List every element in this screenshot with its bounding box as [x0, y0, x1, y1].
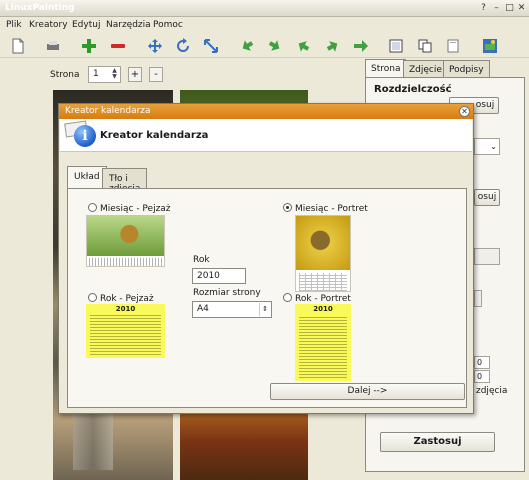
add-icon[interactable] — [80, 37, 98, 55]
butterfly-photo — [296, 216, 350, 270]
remove-page-button[interactable]: - — [149, 67, 163, 82]
menu-pomoc[interactable]: Pomoc — [153, 20, 183, 30]
tab-strona[interactable]: Strona — [365, 59, 407, 79]
print-icon[interactable] — [44, 37, 62, 55]
resize-icon[interactable] — [202, 37, 220, 55]
tab-zdjecie[interactable]: Zdjęcie — [403, 60, 448, 78]
option-month-portrait[interactable]: Miesiąc - Portret — [283, 203, 368, 214]
year-portrait-thumbnail[interactable]: 2010 — [295, 304, 351, 381]
arrow-down-left-icon[interactable] — [294, 37, 312, 55]
option-year-portrait-label: Rok - Portret — [295, 294, 351, 304]
option-month-landscape-label: Miesiąc - Pejzaż — [100, 204, 171, 214]
remove-icon[interactable] — [109, 37, 127, 55]
close-button[interactable]: ✕ — [516, 3, 527, 14]
spin-arrows-icon[interactable]: ▲ ▼ — [110, 68, 119, 81]
radio-year-portrait[interactable] — [283, 293, 292, 302]
radio-year-landscape[interactable] — [88, 293, 97, 302]
option-year-portrait[interactable]: Rok - Portret — [283, 293, 351, 304]
paste-icon[interactable] — [444, 37, 462, 55]
rotate-icon[interactable] — [174, 37, 192, 55]
year-label: Rok — [193, 255, 210, 265]
side-button[interactable]: osuj — [474, 189, 500, 206]
thumbnail-year: 2010 — [313, 305, 333, 313]
arrow-up-left-icon[interactable] — [238, 37, 256, 55]
menu-narzedzia[interactable]: Narzędzia — [106, 20, 151, 30]
menu-edytuj[interactable]: Edytuj — [72, 20, 100, 30]
copy-icon[interactable] — [416, 37, 434, 55]
tab-podpisy[interactable]: Podpisy — [443, 60, 490, 78]
calendar-grid — [299, 273, 347, 291]
info-icon: i — [74, 125, 96, 147]
radio-month-landscape[interactable] — [88, 203, 97, 212]
toolbar — [0, 34, 529, 58]
disabled-select — [474, 248, 500, 265]
window-title: LinuxPainting — [5, 3, 75, 13]
minimize-button[interactable]: – — [491, 3, 502, 14]
option-month-portrait-label: Miesiąc - Portret — [295, 204, 368, 214]
disabled-field — [474, 290, 482, 307]
year-landscape-thumbnail[interactable]: 2010 — [86, 304, 165, 358]
menu-plik[interactable]: Plik — [6, 20, 22, 30]
calendar-grid — [299, 315, 347, 378]
maximize-button[interactable]: □ — [504, 3, 515, 14]
page-size-value: A4 — [197, 304, 209, 314]
add-page-button[interactable]: + — [128, 67, 142, 82]
menubar: Plik Kreatory Edytuj Narzędzia Pomoc — [0, 17, 529, 33]
chevron-down-icon[interactable]: ⇕ — [259, 303, 270, 316]
help-button[interactable]: ? — [478, 3, 489, 14]
thumbnail-year: 2010 — [115, 305, 136, 313]
fullscreen-icon[interactable] — [387, 37, 405, 55]
arrow-up-right-icon[interactable] — [324, 37, 342, 55]
move-icon[interactable] — [146, 37, 164, 55]
value-field-2[interactable]: 0 — [474, 370, 490, 383]
new-document-icon[interactable] — [9, 37, 27, 55]
option-year-landscape-label: Rok - Pejzaż — [100, 294, 154, 304]
value-field-1[interactable]: 0 — [474, 356, 490, 369]
page-size-label: Rozmiar strony — [193, 288, 261, 298]
page-spinbox-value: 1 — [93, 69, 99, 79]
resolution-select[interactable]: ⌄ — [474, 138, 500, 155]
option-month-landscape[interactable]: Miesiąc - Pejzaż — [88, 203, 171, 214]
menu-kreatory[interactable]: Kreatory — [29, 20, 68, 30]
option-year-landscape[interactable]: Rok - Pejzaż — [88, 293, 154, 304]
arrow-down-right-icon[interactable] — [266, 37, 284, 55]
calendar-wizard-dialog: Kreator kalendarza ✕ i Kreator kalendarz… — [58, 103, 474, 414]
tab-tlo-i-zdjecia[interactable]: Tło i zdjęcia — [102, 168, 148, 194]
dialog-header: i Kreator kalendarza — [60, 119, 472, 152]
year-input[interactable]: 2010 — [192, 268, 246, 284]
page-label: Strona — [50, 70, 80, 80]
forward-icon[interactable] — [352, 37, 370, 55]
butterfly-photo — [87, 216, 164, 256]
apply-button[interactable]: Zastosuj — [380, 432, 495, 452]
dialog-close-icon[interactable]: ✕ — [459, 106, 470, 117]
page-spinbox[interactable]: 1 ▲ ▼ — [88, 66, 121, 83]
image-settings-icon[interactable] — [481, 37, 499, 55]
month-landscape-thumbnail[interactable] — [86, 215, 165, 267]
month-portrait-thumbnail[interactable] — [295, 215, 351, 292]
calendar-grid — [89, 258, 162, 266]
calendar-grid — [90, 315, 161, 355]
layout-pane: Miesiąc - Pejzaż Miesiąc - Portret Rok -… — [67, 188, 467, 408]
resolution-title: Rozdzielczość — [374, 84, 452, 95]
photos-label: zdjęcia — [476, 386, 508, 396]
dialog-heading: Kreator kalendarza — [100, 130, 209, 141]
tab-uklad[interactable]: Układ — [67, 166, 107, 188]
dialog-titlebar: Kreator kalendarza ✕ — [59, 104, 473, 119]
radio-month-portrait[interactable] — [283, 203, 292, 212]
dialog-title: Kreator kalendarza — [65, 106, 151, 116]
next-button[interactable]: Dalej --> — [270, 383, 465, 400]
page-size-select[interactable]: A4 ⇕ — [192, 301, 272, 318]
window-titlebar: LinuxPainting ? – □ ✕ — [0, 0, 529, 17]
